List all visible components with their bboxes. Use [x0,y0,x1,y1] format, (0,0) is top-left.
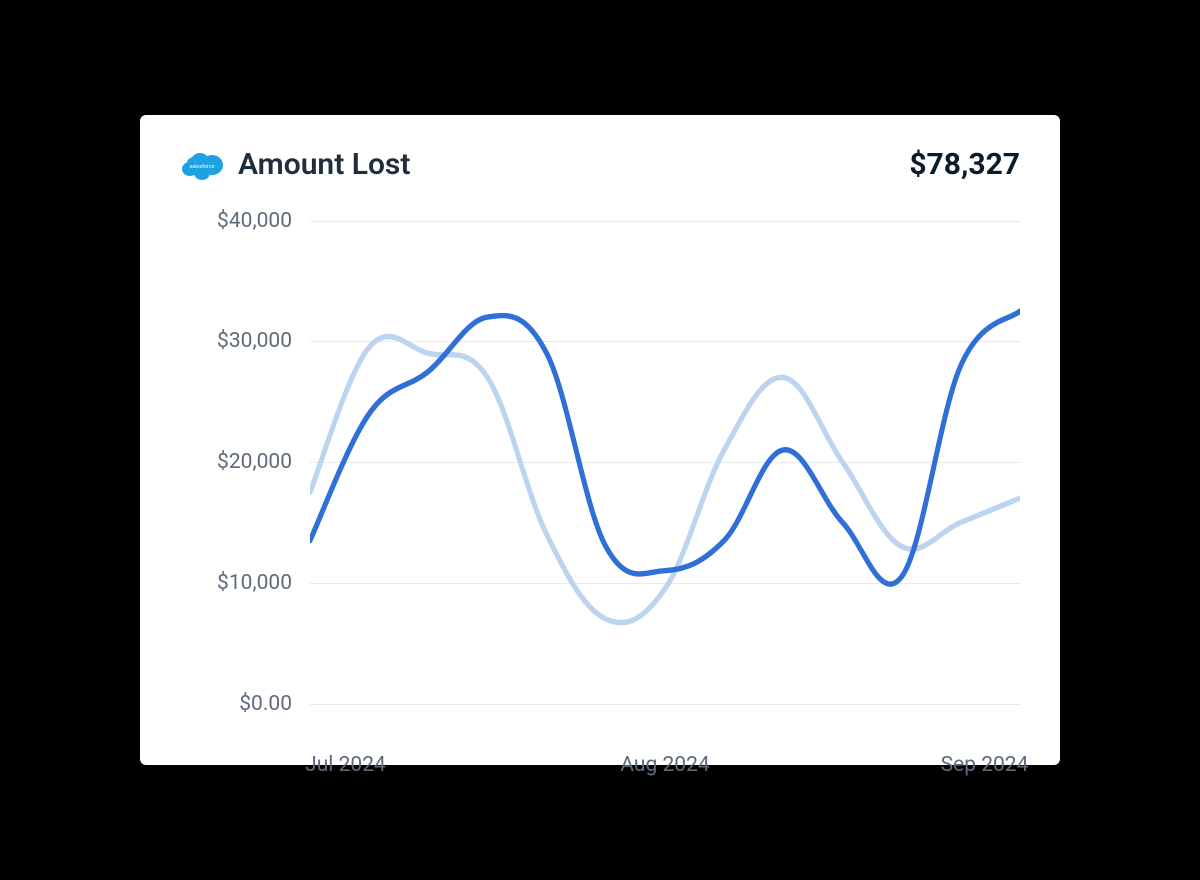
amount-value: $78,327 [909,147,1020,182]
y-tick: $40,000 [217,209,292,233]
chart-card: salesforce Amount Lost $78,327 $40,000 $… [140,115,1060,765]
svg-text:salesforce: salesforce [189,164,214,170]
line-current [310,311,1020,584]
card-header: salesforce Amount Lost $78,327 [180,147,1020,182]
x-axis: Jul 2024 Aug 2024 Sep 2024 [310,753,1020,783]
chart-lines [310,210,1020,735]
plot-area: Jul 2024 Aug 2024 Sep 2024 [310,210,1020,735]
x-tick: Jul 2024 [305,753,386,777]
y-tick: $20,000 [217,450,292,474]
chart-title: Amount Lost [238,147,410,182]
chart-area: $40,000 $30,000 $20,000 $10,000 $0.00 Ju… [180,210,1020,735]
x-tick: Sep 2024 [941,753,1029,777]
y-tick: $30,000 [217,329,292,353]
salesforce-icon: salesforce [180,149,224,181]
x-tick: Aug 2024 [620,753,709,777]
y-tick: $10,000 [217,571,292,595]
y-axis: $40,000 $30,000 $20,000 $10,000 $0.00 [180,210,310,735]
title-group: salesforce Amount Lost [180,147,410,182]
y-tick: $0.00 [239,692,292,716]
